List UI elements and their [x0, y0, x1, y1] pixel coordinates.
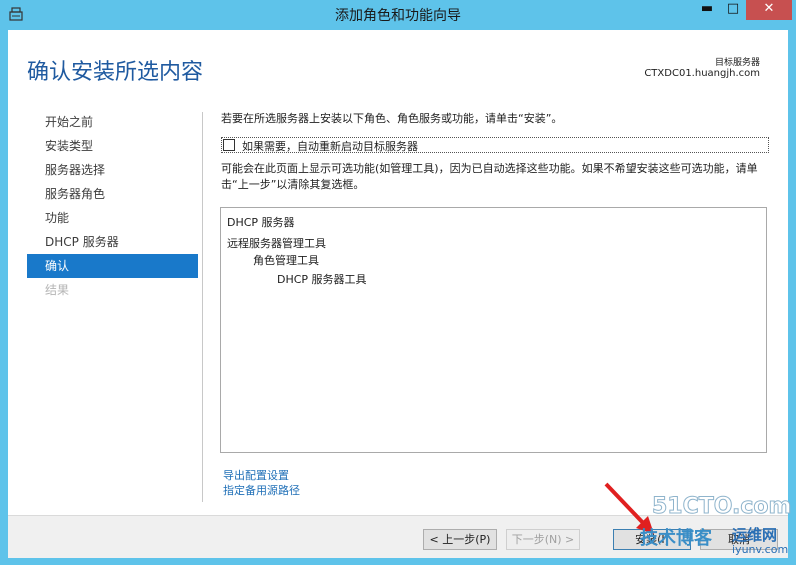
selection-list: DHCP 服务器 远程服务器管理工具 角色管理工具 DHCP 服务器工具	[220, 207, 767, 453]
destination-server-label: 目标服务器	[714, 58, 760, 68]
nav-item-installation-type[interactable]: 安装类型	[27, 134, 198, 158]
nav-item-server-selection[interactable]: 服务器选择	[27, 158, 198, 182]
optional-features-note: 可能会在此页面上显示可选功能(如管理工具)，因为已自动选择这些功能。如果不希望安…	[221, 162, 758, 191]
nav-item-features[interactable]: 功能	[27, 206, 198, 230]
nav-divider	[202, 112, 203, 502]
restart-checkbox-row[interactable]: 如果需要，自动重新启动目标服务器	[221, 137, 769, 153]
selection-item-dhcp-server: DHCP 服务器	[227, 216, 295, 229]
window-title: 添加角色和功能向导	[335, 8, 461, 24]
minimize-button[interactable]: ▬	[694, 0, 720, 20]
export-config-link[interactable]: 导出配置设置	[223, 467, 289, 483]
title-bar: 添加角色和功能向导 ▬ □ ✕	[0, 0, 796, 30]
next-button: 下一步(N) >	[506, 529, 580, 550]
alternate-source-link[interactable]: 指定备用源路径	[223, 482, 300, 498]
maximize-button[interactable]: □	[720, 0, 746, 20]
wizard-client-area: 确认安装所选内容 目标服务器 CTXDC01.huangjh.com 开始之前 …	[8, 30, 788, 558]
intro-text: 若要在所选服务器上安装以下角色、角色服务或功能，请单击“安装”。	[221, 112, 563, 125]
page-title: 确认安装所选内容	[27, 60, 204, 85]
selection-item-role-admin-tools: 角色管理工具	[253, 254, 319, 267]
nav-item-before-you-begin[interactable]: 开始之前	[27, 110, 198, 134]
restart-checkbox[interactable]	[223, 139, 235, 151]
close-button[interactable]: ✕	[746, 0, 792, 20]
watermark-yunwei: 运维网	[732, 526, 778, 544]
watermark: 51CTO.com 技术博客 运维网 iyunv.com	[640, 494, 796, 565]
nav-item-server-roles[interactable]: 服务器角色	[27, 182, 198, 206]
nav-item-results: 结果	[45, 283, 70, 297]
watermark-url: iyunv.com	[732, 543, 789, 556]
nav-item-confirmation[interactable]: 确认	[27, 254, 198, 278]
destination-server-name: CTXDC01.huangjh.com	[644, 68, 760, 79]
selection-item-dhcp-tools: DHCP 服务器工具	[277, 273, 367, 286]
wizard-nav: 开始之前 安装类型 服务器选择 服务器角色 功能 DHCP 服务器 确认 结果	[27, 110, 198, 302]
nav-item-dhcp-server[interactable]: DHCP 服务器	[27, 230, 198, 254]
selection-item-rsat: 远程服务器管理工具	[227, 237, 326, 250]
watermark-51cto: 51CTO.com	[651, 494, 792, 520]
previous-button[interactable]: < 上一步(P)	[423, 529, 497, 550]
restart-checkbox-label[interactable]: 如果需要，自动重新启动目标服务器	[242, 138, 418, 154]
watermark-blog: 技术博客	[640, 528, 712, 549]
